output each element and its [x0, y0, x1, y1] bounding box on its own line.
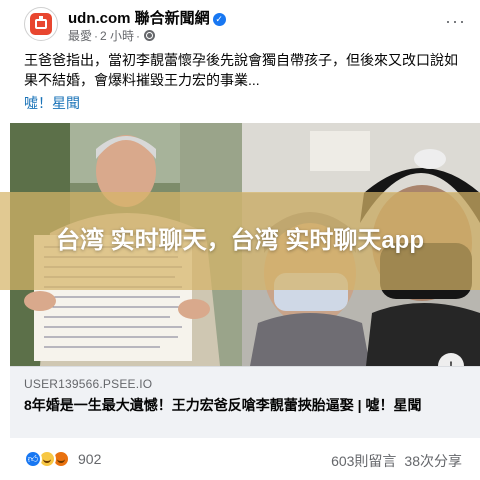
globe-icon [144, 30, 156, 41]
link-title[interactable]: 8年婚是一生最大遺憾！王力宏爸反嗆李靚蕾挾胎逼娶 | 噓！星聞 [24, 395, 464, 415]
overlay-title: 台湾 实时聊天，台湾 实时聊天app [55, 227, 424, 254]
post-meta: 最愛 · 2 小時 · [68, 27, 156, 44]
post-text: 王爸爸指出，當初李靚蕾懷孕後先說會獨自帶孩子，但後來又改口說如果不結婚，會爆料摧… [24, 52, 458, 88]
page-name-label[interactable]: udn.com 聯合新聞網 [68, 10, 210, 27]
page-avatar[interactable] [24, 7, 58, 41]
comments-shares: 603則留言 38次分享 [331, 451, 462, 471]
share-count[interactable]: 38次分享 [404, 453, 462, 469]
page-name[interactable]: udn.com 聯合新聞網 ✓ [68, 7, 226, 28]
like-icon: 👍︎ [24, 450, 42, 468]
overlay-banner: 台湾 实时聊天，台湾 实时聊天app [0, 192, 480, 290]
reaction-summary[interactable]: 👍︎ 902 [24, 450, 101, 468]
reaction-count[interactable]: 902 [78, 451, 101, 467]
more-icon[interactable]: ··· [445, 12, 466, 30]
link-preview-card[interactable]: USER139566.PSEE.IO 8年婚是一生最大遺憾！王力宏爸反嗆李靚蕾挾… [10, 366, 480, 438]
link-domain: USER139566.PSEE.IO [24, 377, 153, 391]
meta-separator: · [94, 28, 99, 43]
post-hashtag-link[interactable]: 噓！星聞 [24, 93, 80, 113]
favorite-label: 最愛 [68, 29, 93, 43]
verified-icon: ✓ [212, 13, 226, 26]
udn-logo-icon [30, 13, 52, 35]
meta-separator: · [136, 28, 141, 43]
engagement-stats: 👍︎ 902 603則留言 38次分享 [0, 440, 480, 480]
post-timestamp[interactable]: 2 小時 [100, 27, 134, 44]
post-header: udn.com 聯合新聞網 ✓ 最愛 · 2 小時 · ··· [0, 0, 480, 46]
comment-count[interactable]: 603則留言 [331, 453, 396, 469]
